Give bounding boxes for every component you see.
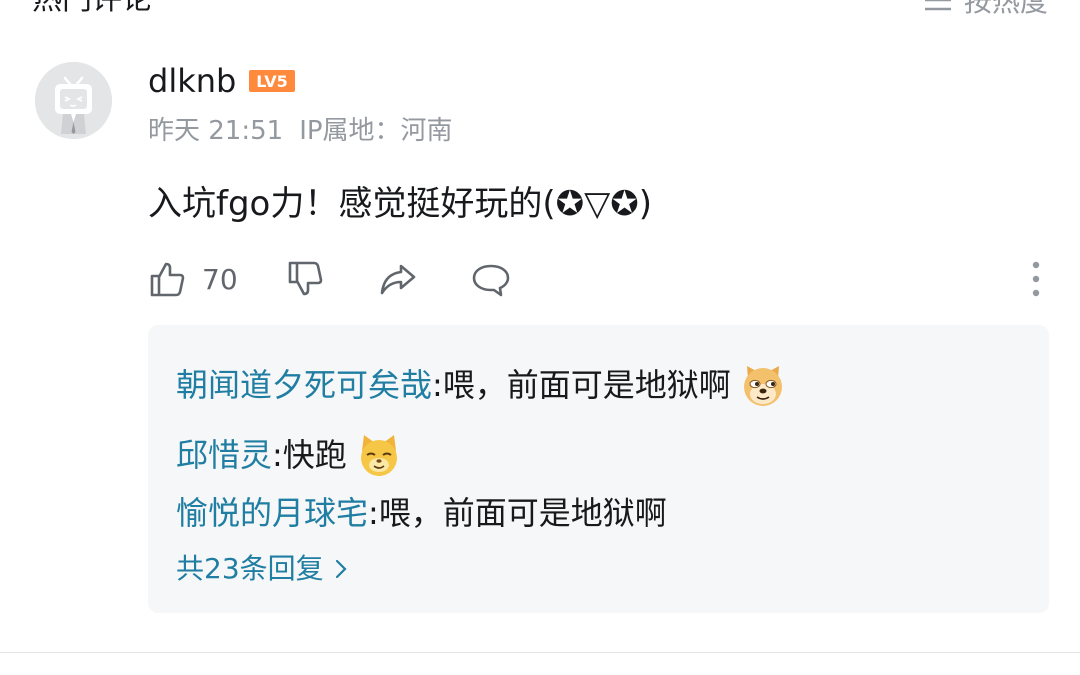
reply-author[interactable]: 愉悦的月球宅 [176,487,368,539]
reply-preview-box[interactable]: 朝闻道夕死可矣哉: 喂，前面可是地狱啊 邱惜灵: 快跑 愉悦的月球宅: 喂，前… [148,325,1049,613]
sort-lines-icon [924,0,951,11]
doge-emoji-icon [739,361,787,409]
sort-button[interactable]: 按热度 [922,0,1048,22]
more-vertical-icon [1032,261,1040,297]
username-row: dlknb LV5 [148,58,296,104]
action-bar: 70 [148,252,1048,306]
comment-time: 昨天 21:51 [148,115,284,146]
sort-label: 按热度 [963,0,1048,18]
ip-location: IP属地：河南 [299,115,453,146]
default-tv-avatar-icon [35,62,112,139]
view-all-replies-link[interactable]: 共23条回复 [176,549,348,589]
thumbs-down-icon [288,261,323,296]
reply-separator: : [368,494,379,532]
comment-meta: 昨天 21:51 IP属地：河南 [148,108,453,148]
reply-item: 愉悦的月球宅: 喂，前面可是地狱啊 [176,487,667,539]
thumbs-up-icon [150,262,185,297]
username[interactable]: dlknb [148,62,236,100]
share-icon [380,264,416,295]
reply-button[interactable] [471,252,511,306]
reply-author[interactable]: 邱惜灵 [176,429,272,481]
cat-emoji-icon [355,431,403,479]
reply-separator: : [432,366,443,404]
reply-item: 邱惜灵: 快跑 [176,429,403,481]
like-button[interactable]: 70 [148,252,238,306]
reply-separator: : [272,436,283,474]
comment-bubble-icon [472,264,510,297]
reply-text: 快跑 [282,436,347,474]
dislike-button[interactable] [286,252,326,306]
reply-author[interactable]: 朝闻道夕死可矣哉 [176,359,432,411]
level-badge-lv5-icon: LV5 [249,70,296,92]
reply-item: 朝闻道夕死可矣哉: 喂，前面可是地狱啊 [176,359,787,411]
comment-text: 入坑fgo力！感觉挺好玩的(✪▽✪) [148,184,653,224]
section-header: 热门评论 按热度 [0,0,1080,22]
like-count: 70 [202,262,238,296]
avatar[interactable] [35,62,112,139]
reply-text: 喂，前面可是地狱啊 [442,366,731,404]
level-text: LV5 [257,72,289,91]
reply-count-text: 共23条回复 [176,552,324,585]
more-options-button[interactable] [1024,252,1048,306]
reply-text: 喂，前面可是地狱啊 [378,494,667,532]
share-button[interactable] [378,252,418,306]
chevron-right-icon [335,559,347,579]
section-title: 热门评论 [32,0,152,22]
divider [0,652,1080,653]
